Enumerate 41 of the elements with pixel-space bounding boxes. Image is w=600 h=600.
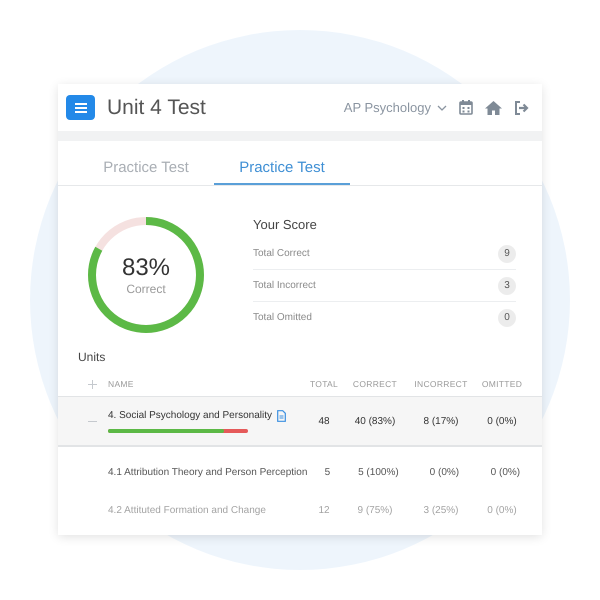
- count-badge: 9: [498, 244, 516, 262]
- table-cell-text: 0 (0%): [428, 466, 460, 478]
- score-heading: Your Score: [253, 217, 318, 232]
- unit-name: 4. Social Psychology and Personality: [108, 409, 272, 422]
- count-badge: 3: [498, 276, 516, 294]
- stat-label: Total Correct: [253, 248, 310, 259]
- calendar-icon[interactable]: [459, 100, 473, 115]
- document-icon[interactable]: [276, 410, 286, 422]
- column-header: NAME: [108, 379, 135, 389]
- score-percent: 83%: [122, 254, 170, 282]
- table-cell-text: 8 (17%): [422, 416, 460, 426]
- menu-button[interactable]: [66, 95, 95, 120]
- count-badge: 0: [498, 308, 516, 326]
- table-cell-text: 40 (83%): [354, 416, 396, 426]
- units-heading: Units: [77, 349, 106, 366]
- table-cell-text: 48: [317, 416, 331, 426]
- page-title: Unit 4 Test: [107, 96, 207, 120]
- table-cell-text: 9 (75%): [356, 504, 394, 516]
- stat-label: Total Incorrect: [253, 280, 316, 291]
- menu-icon: [74, 102, 86, 112]
- table-cell-text: 0 (0%): [486, 416, 518, 426]
- table-cell-text: 3 (25%): [422, 504, 460, 516]
- table-cell-text: 0 (0%): [490, 466, 522, 478]
- column-header: TOTAL: [308, 379, 340, 389]
- stat-label: Total Omitted: [253, 312, 312, 323]
- topic-name: 4.2 Attituted Formation and Change: [108, 504, 267, 516]
- table-cell-text: 5 (100%): [357, 466, 400, 478]
- tab[interactable]: Practice Test: [214, 151, 350, 185]
- table-cell-text: 0 (0%): [486, 504, 518, 516]
- home-icon[interactable]: [485, 100, 502, 114]
- course-dropdown[interactable]: AP Psychology: [344, 100, 447, 115]
- column-header: CORRECT: [352, 379, 398, 389]
- table-cell-text: 12: [317, 504, 331, 516]
- table-cell-text: 5: [324, 466, 332, 478]
- score-caption: Correct: [126, 282, 166, 296]
- tab[interactable]: Practice Test: [78, 151, 214, 185]
- column-header: INCORRECT: [413, 379, 469, 389]
- chevron-icon: [437, 104, 447, 110]
- logout-icon[interactable]: [514, 100, 530, 114]
- topic-name: 4.1 Attribution Theory and Person Perception: [108, 466, 308, 478]
- column-header: OMITTED: [480, 379, 524, 389]
